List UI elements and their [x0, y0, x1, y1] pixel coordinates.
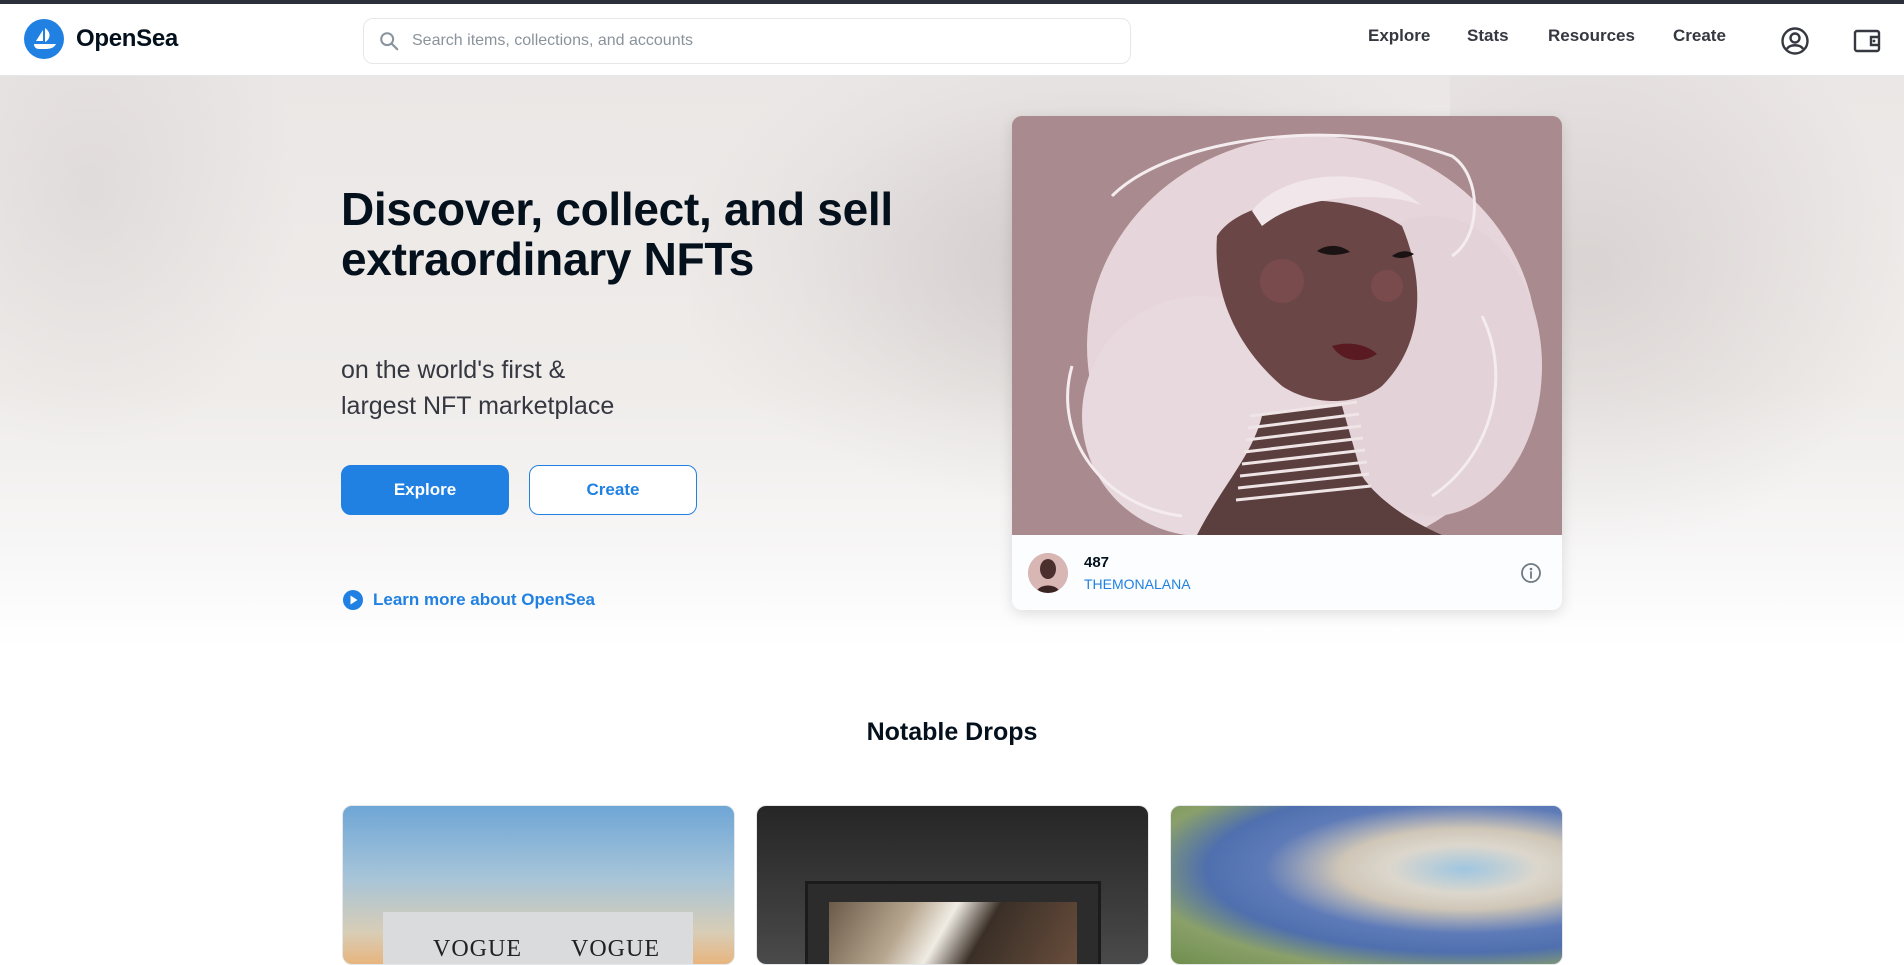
search-icon	[380, 32, 399, 51]
hero-headline: Discover, collect, and sell extraordinar…	[341, 183, 893, 285]
creator-avatar[interactable]	[1028, 553, 1068, 593]
info-icon[interactable]	[1520, 562, 1542, 584]
featured-nft-footer: 487 THEMONALANA	[1012, 535, 1562, 610]
featured-nft-name[interactable]: 487	[1084, 554, 1109, 571]
featured-nft-artwork	[1012, 116, 1562, 535]
hero-subline-line-2: largest NFT marketplace	[341, 392, 615, 420]
hero-section: Discover, collect, and sell extraordinar…	[0, 76, 1904, 646]
notable-drop-card[interactable]: VOGUE VOGUE	[342, 805, 735, 965]
hero-background-blur-left	[0, 76, 300, 456]
drop-image	[829, 902, 1077, 964]
notable-drops-title: Notable Drops	[866, 718, 1038, 746]
play-icon	[343, 590, 363, 610]
notable-drop-card[interactable]	[756, 805, 1149, 965]
create-button[interactable]: Create	[529, 465, 697, 515]
nav-stats[interactable]: Stats	[1467, 26, 1509, 46]
account-icon[interactable]	[1780, 26, 1810, 56]
notable-drop-card[interactable]	[1170, 805, 1563, 965]
hero-subline-line-1: on the world's first &	[341, 356, 566, 384]
learn-more-link[interactable]: Learn more about OpenSea	[342, 589, 595, 611]
hero-subline: on the world's first & largest NFT marke…	[341, 352, 761, 424]
search-bar[interactable]	[363, 18, 1131, 64]
nav-create[interactable]: Create	[1673, 26, 1726, 46]
brand-name: OpenSea	[76, 25, 178, 52]
drop-card-logo-text: VOGUE	[433, 936, 522, 962]
search-input[interactable]	[412, 32, 1130, 50]
featured-nft-card[interactable]: 487 THEMONALANA	[1012, 116, 1562, 610]
drop-card-logo-text: VOGUE	[571, 936, 660, 962]
opensea-logo[interactable]: OpenSea	[24, 19, 178, 59]
learn-more-label: Learn more about OpenSea	[373, 590, 595, 609]
nav-explore[interactable]: Explore	[1368, 26, 1430, 46]
top-navbar: OpenSea Explore Stats Resources Create	[0, 4, 1904, 76]
nav-resources[interactable]: Resources	[1548, 26, 1635, 46]
explore-button[interactable]: Explore	[341, 465, 509, 515]
featured-nft-creator[interactable]: THEMONALANA	[1084, 576, 1191, 592]
wallet-icon[interactable]	[1852, 26, 1882, 56]
opensea-logo-icon	[24, 19, 64, 59]
